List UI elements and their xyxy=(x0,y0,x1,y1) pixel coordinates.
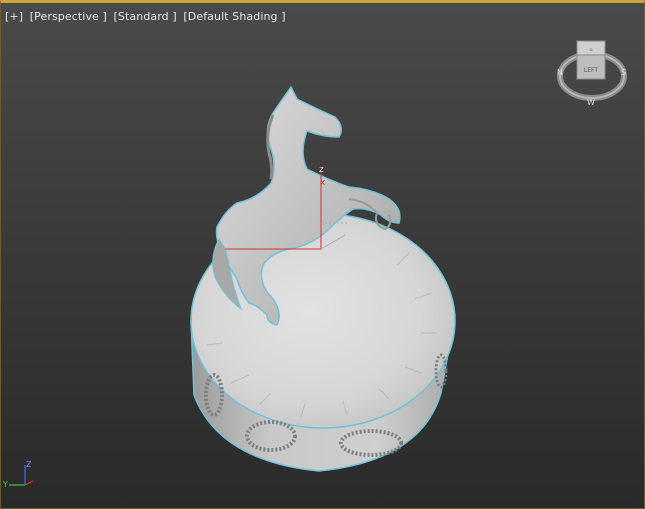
compass-north[interactable]: N xyxy=(557,68,563,77)
gizmo-x-label: x xyxy=(320,178,326,188)
compass-south[interactable]: S xyxy=(621,68,626,77)
compass-west[interactable]: W xyxy=(587,98,595,107)
viewcube-face-label: LEFT xyxy=(584,67,598,74)
axis-z-label: Z xyxy=(26,460,32,469)
world-axis-tripod: Z Y xyxy=(3,460,34,489)
gizmo-z-label: z xyxy=(319,165,324,175)
perspective-viewport[interactable]: [+] [Perspective ] [Standard ] [Default … xyxy=(0,0,645,509)
axis-y-label: Y xyxy=(3,480,8,489)
svg-text:⌂: ⌂ xyxy=(589,47,592,53)
scene-render[interactable]: z x xyxy=(1,3,645,509)
viewcube[interactable]: ⌂ LEFT N S W xyxy=(553,37,631,111)
